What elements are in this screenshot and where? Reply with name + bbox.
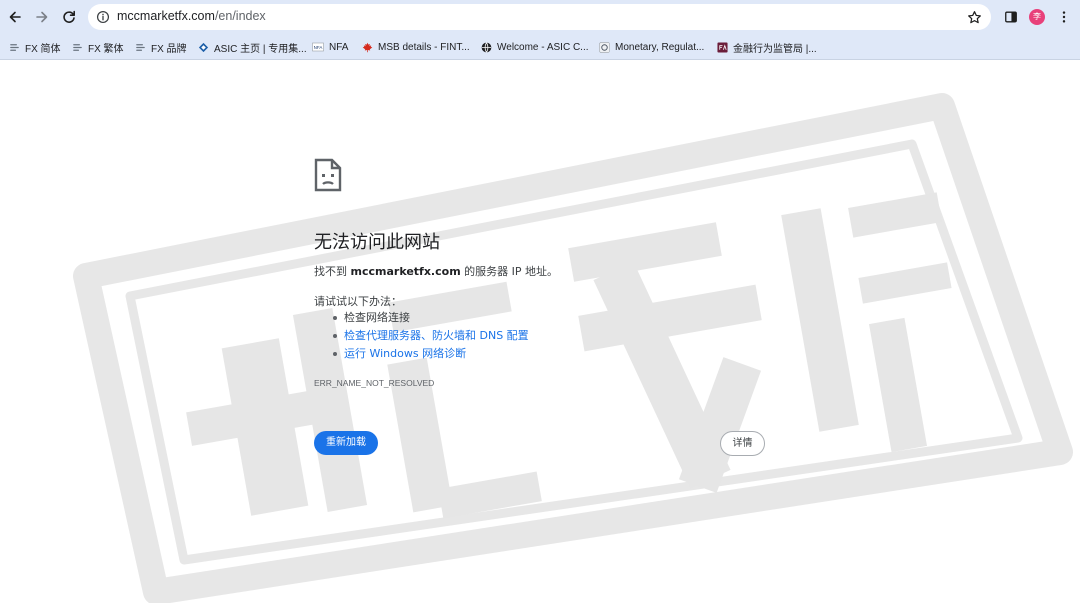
bookmarks-bar: FX 简体 FX 繁体 FX 品牌 ASIC 主页 | 专用集... NFA N… xyxy=(0,34,1080,60)
back-button[interactable] xyxy=(4,6,26,28)
bookmark-label: MSB details - FINT... xyxy=(378,41,470,53)
star-icon xyxy=(967,10,981,23)
suggestions-heading: 请试试以下办法： xyxy=(314,295,402,308)
desc-suffix: 的服务器 IP 地址。 xyxy=(460,265,559,278)
suggestions-list: 检查网络连接 检查代理服务器、防火墙和 DNS 配置 运行 Windows 网络… xyxy=(331,310,529,364)
fx-icon xyxy=(71,41,83,53)
reload-icon xyxy=(63,10,75,23)
mas-icon xyxy=(598,41,610,53)
details-button[interactable]: 详情 xyxy=(720,431,765,456)
bookmark-star-button[interactable] xyxy=(965,8,983,26)
profile-avatar[interactable]: 李 xyxy=(1029,9,1045,25)
browser-toolbar: mccmarketfx.com/en/index 李 xyxy=(0,0,1080,34)
sad-document-icon xyxy=(313,158,343,192)
bookmark-item[interactable]: NFA NFA xyxy=(312,39,348,55)
bookmark-item[interactable]: ASIC 主页 | 专用集... xyxy=(197,39,307,55)
side-panel-button[interactable] xyxy=(1002,8,1020,26)
bookmark-item[interactable]: Welcome - ASIC C... xyxy=(480,39,589,55)
url-host: mccmarketfx.com xyxy=(117,9,215,23)
forward-button[interactable] xyxy=(31,6,53,28)
fca-icon xyxy=(716,41,728,53)
suggestion-check-proxy-link[interactable]: 检查代理服务器、防火墙和 DNS 配置 xyxy=(331,328,529,346)
bookmark-label: FX 繁体 xyxy=(88,43,124,55)
arrow-right-icon xyxy=(36,11,48,23)
bookmark-label: Monetary, Regulat... xyxy=(615,41,705,53)
bookmark-item[interactable]: FX 繁体 xyxy=(71,39,124,55)
more-vert-icon xyxy=(1062,11,1066,23)
desc-prefix: 找不到 xyxy=(314,265,351,278)
error-title: 无法访问此网站 xyxy=(314,232,440,253)
error-code: ERR_NAME_NOT_RESOLVED xyxy=(314,378,435,388)
bookmark-label: ASIC 主页 | 专用集... xyxy=(214,43,307,55)
url-path: /en/index xyxy=(214,9,266,23)
bookmark-item[interactable]: FX 品牌 xyxy=(134,39,187,55)
fx-icon xyxy=(134,41,146,53)
nfa-icon: NFA xyxy=(312,41,324,53)
side-panel-icon xyxy=(1005,11,1017,23)
fx-icon xyxy=(8,41,20,53)
arrow-left-icon xyxy=(9,11,21,23)
suggestion-network-diagnostics-link[interactable]: 运行 Windows 网络诊断 xyxy=(331,346,529,364)
bookmark-item[interactable]: Monetary, Regulat... xyxy=(598,39,704,55)
asic-icon xyxy=(197,41,209,53)
svg-text:NFA: NFA xyxy=(314,45,323,50)
bookmark-item[interactable]: 金融行为监管局 |... xyxy=(716,39,817,55)
bookmark-label: FX 简体 xyxy=(25,43,61,55)
globe-icon xyxy=(480,41,492,53)
reload-button[interactable]: 重新加载 xyxy=(314,431,378,455)
bookmark-label: Welcome - ASIC C... xyxy=(497,41,589,53)
maple-leaf-icon xyxy=(361,41,373,53)
watermark-stamp xyxy=(73,93,1073,603)
error-description: 找不到 mccmarketfx.com 的服务器 IP 地址。 xyxy=(314,263,558,279)
reload-button-toolbar[interactable] xyxy=(58,6,80,28)
bookmark-item[interactable]: MSB details - FINT... xyxy=(361,39,470,55)
error-domain: mccmarketfx.com xyxy=(350,265,461,278)
site-info-icon[interactable] xyxy=(94,8,112,26)
address-bar[interactable]: mccmarketfx.com/en/index xyxy=(88,4,991,30)
browser-menu-button[interactable] xyxy=(1055,8,1073,26)
bookmark-label: NFA xyxy=(329,41,349,53)
bookmark-label: 金融行为监管局 |... xyxy=(733,43,817,55)
bookmark-label: FX 品牌 xyxy=(151,43,187,55)
bookmark-item[interactable]: FX 简体 xyxy=(8,39,61,55)
suggestion-check-network: 检查网络连接 xyxy=(331,310,529,328)
url-text[interactable]: mccmarketfx.com/en/index xyxy=(117,9,266,23)
